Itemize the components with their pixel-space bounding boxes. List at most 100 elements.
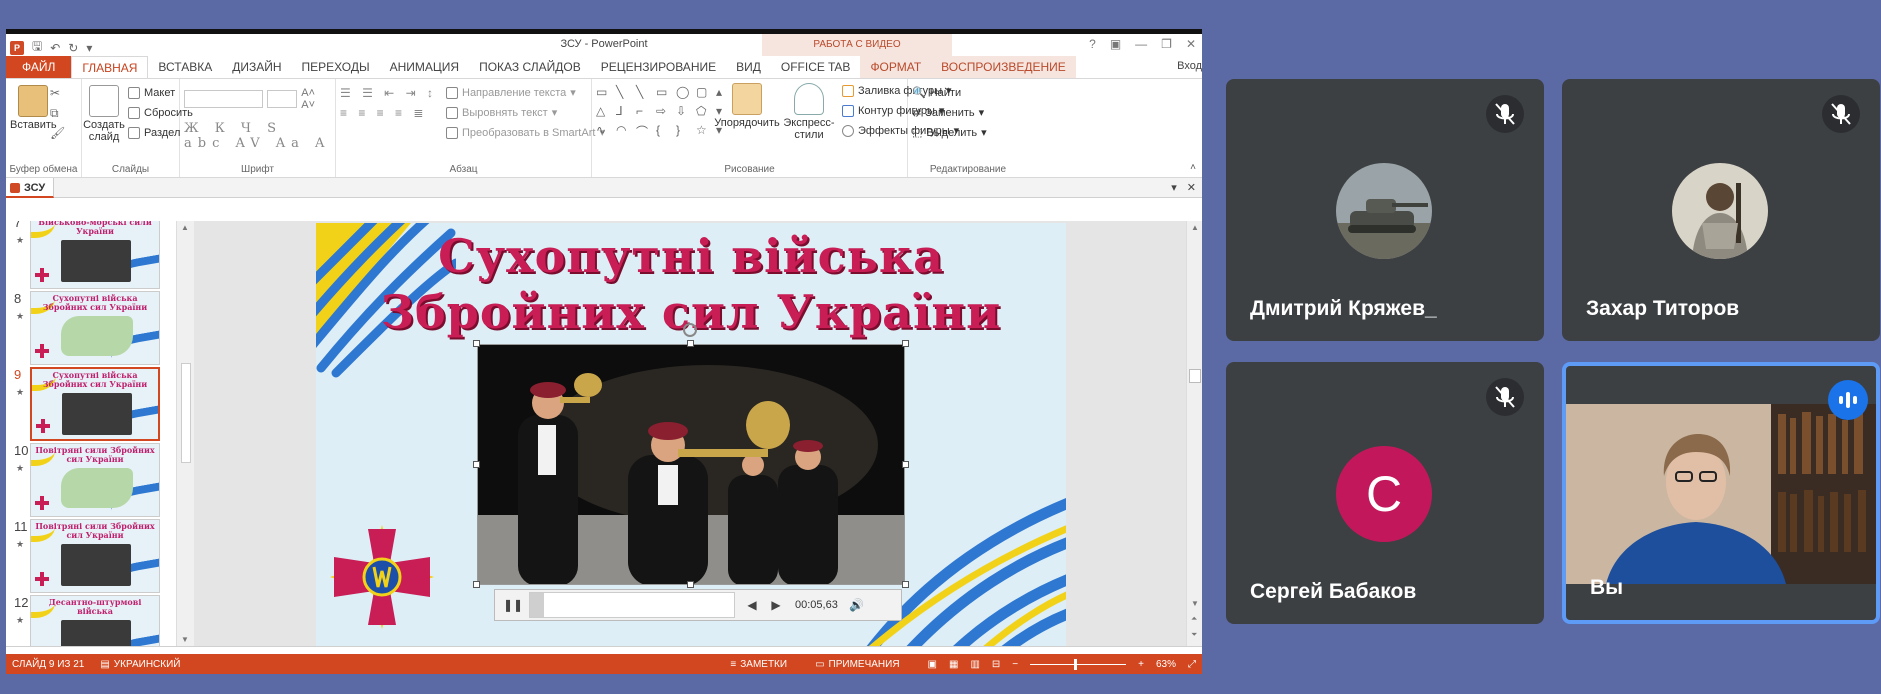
document-tab[interactable]: ЗСУ <box>6 177 55 198</box>
brace-right-shape-icon[interactable]: } <box>676 123 691 140</box>
line2-shape-icon[interactable]: ╲ <box>636 85 651 99</box>
rotate-handle-icon[interactable] <box>683 323 697 337</box>
quick-styles-button[interactable]: Экспресс-стили <box>782 83 836 141</box>
slide-thumbnail[interactable]: 10 ★ Повітряні сили Збройних сил України <box>6 443 171 519</box>
slide-scroll-down-icon[interactable]: ▼ <box>1191 599 1199 608</box>
replace-button[interactable]: ⇄ Заменить ▾ <box>912 103 1024 123</box>
maximize-icon[interactable]: ❐ <box>1161 37 1172 51</box>
slide-scroll-up-icon[interactable]: ▲ <box>1191 223 1199 232</box>
resize-handle-tr[interactable] <box>902 340 909 347</box>
participant-tile[interactable]: С Сергей Бабаков <box>1226 362 1544 624</box>
zoom-in-icon[interactable]: + <box>1138 659 1144 670</box>
current-slide[interactable]: Сухопутні війська Збройних сил України ❚… <box>316 223 1066 646</box>
align-text-button[interactable]: Выровнять текст ▾ <box>446 103 605 123</box>
resize-handle-ml[interactable] <box>473 461 480 468</box>
smartart-button[interactable]: Преобразовать в SmartArt ▾ <box>446 123 605 143</box>
down-arrow-shape-icon[interactable]: ⇩ <box>676 104 691 118</box>
rect-shape-icon[interactable]: ▭ <box>656 85 671 99</box>
line-shape-icon[interactable]: ╲ <box>616 85 631 99</box>
step-forward-icon[interactable]: ▶ <box>767 598 785 612</box>
copy-icon[interactable]: ⧉ <box>50 103 65 123</box>
pause-icon[interactable]: ❚❚ <box>503 598 523 612</box>
tab-8[interactable]: ВИД <box>726 56 771 78</box>
slide-thumbnail[interactable]: 11 ★ Повітряні сили Збройних сил України <box>6 519 171 595</box>
text-direction-button[interactable]: Направление текста ▾ <box>446 83 605 103</box>
thumbnails-scroll-thumb[interactable] <box>181 363 191 463</box>
oval-shape-icon[interactable]: ◯ <box>676 85 691 99</box>
tab-7[interactable]: РЕЦЕНЗИРОВАНИЕ <box>591 56 726 78</box>
resize-handle-br[interactable] <box>902 581 909 588</box>
tab-1[interactable]: ГЛАВНАЯ <box>71 56 149 78</box>
fit-slide-icon[interactable]: ⤢ <box>1188 659 1196 670</box>
minimize-icon[interactable]: — <box>1135 37 1147 51</box>
resize-handle-bc[interactable] <box>687 581 694 588</box>
resize-handle-tl[interactable] <box>473 340 480 347</box>
shapes-gallery[interactable]: ▭ ╲ ╲ ▭ ◯ ▢ ▴ △ ⅃ ⌐ ⇨ ⇩ ⬠ ▾ ∿ ◠ ⌒{} ☆ ▾ <box>596 81 731 140</box>
close-icon[interactable]: ✕ <box>1186 37 1196 51</box>
align-icons[interactable]: ≡ ≡ ≡ ≡ ≣ <box>340 103 437 123</box>
resize-handle-tc[interactable] <box>687 340 694 347</box>
slide-scrollbar[interactable]: ▲ ▼ ⏶ ⏷ <box>1186 221 1202 646</box>
arrow-shape-icon[interactable]: ⇨ <box>656 104 671 118</box>
next-slide-icon[interactable]: ⏷ <box>1191 630 1197 640</box>
notes-toggle[interactable]: ≡ ЗАМЕТКИ <box>730 659 787 670</box>
resize-handle-mr[interactable] <box>902 461 909 468</box>
participant-tile[interactable]: Дмитрий Кряжев_ <box>1226 79 1544 341</box>
roundrect-shape-icon[interactable]: ▢ <box>696 85 711 99</box>
collapse-ribbon-icon[interactable]: ˄ <box>1190 162 1196 173</box>
tab-11[interactable]: ВОСПРОИЗВЕДЕНИЕ <box>931 56 1076 78</box>
triangle-shape-icon[interactable]: △ <box>596 104 611 118</box>
font-name-box[interactable] <box>184 90 264 108</box>
tab-4[interactable]: ПЕРЕХОДЫ <box>292 56 380 78</box>
zoom-level[interactable]: 63% <box>1156 659 1176 670</box>
font-format-row[interactable]: Ж К Ч S abc AV Aa A <box>184 121 331 151</box>
previous-slide-icon[interactable]: ⏶ <box>1191 614 1197 624</box>
arrange-button[interactable]: Упорядочить <box>714 83 780 129</box>
close-document-icon[interactable]: ✕ <box>1187 181 1196 194</box>
pentagon-shape-icon[interactable]: ⬠ <box>696 104 711 118</box>
participant-tile[interactable]: Захар Титоров <box>1562 79 1880 341</box>
tab-5[interactable]: АНИМАЦИЯ <box>380 56 469 78</box>
language-indicator[interactable]: ▤ УКРАИНСКИЙ <box>100 659 180 670</box>
reading-view-icon[interactable]: ▥ <box>970 659 979 670</box>
zoom-slider-knob[interactable] <box>1074 658 1078 670</box>
tab-2[interactable]: ВСТАВКА <box>148 56 222 78</box>
curve-shape-icon[interactable]: ∿ <box>596 123 611 140</box>
zoom-slider[interactable] <box>1030 658 1127 670</box>
normal-view-icon[interactable]: ▣ <box>928 659 937 670</box>
textbox-shape-icon[interactable]: ▭ <box>596 85 611 99</box>
slide-thumbnail[interactable]: 9 ★ Сухопутні війська Збройних сил України <box>6 367 171 443</box>
tab-0[interactable]: ФАЙЛ <box>6 56 72 78</box>
wave-shape-icon[interactable]: ⌒ <box>636 123 651 140</box>
step-back-icon[interactable]: ◀ <box>743 598 761 612</box>
slide-scroll-thumb[interactable] <box>1189 369 1201 383</box>
font-grow-icon[interactable]: A˄ A˅ <box>301 87 331 111</box>
video-progress-track[interactable] <box>529 592 735 618</box>
connector-shape-icon[interactable]: ⌐ <box>636 104 651 118</box>
tab-9[interactable]: OFFICE TAB <box>771 56 861 78</box>
font-size-box[interactable] <box>267 90 298 108</box>
help-icon[interactable]: ? <box>1089 37 1096 51</box>
tab-3[interactable]: ДИЗАЙН <box>222 56 291 78</box>
star-shape-icon[interactable]: ☆ <box>696 123 711 140</box>
comments-toggle[interactable]: ▭ ПРИМЕЧАНИЯ <box>815 659 899 670</box>
tab-10[interactable]: ФОРМАТ <box>860 56 932 78</box>
slide-sorter-icon[interactable]: ▦ <box>949 659 958 670</box>
arc-shape-icon[interactable]: ◠ <box>616 123 631 140</box>
embedded-video[interactable] <box>477 344 905 585</box>
slide-thumbnail[interactable]: 7 ★ Військово-морські сили України <box>6 221 171 291</box>
select-button[interactable]: ⬚ Выделить ▾ <box>912 123 1024 143</box>
tab-6[interactable]: ПОКАЗ СЛАЙДОВ <box>469 56 591 78</box>
zoom-out-icon[interactable]: − <box>1012 659 1018 670</box>
ribbon-display-icon[interactable]: ▣ <box>1110 37 1121 51</box>
tab-list-icon[interactable]: ▾ <box>1171 181 1177 194</box>
elbow-shape-icon[interactable]: ⅃ <box>616 104 631 118</box>
cut-icon[interactable]: ✂ <box>50 83 65 103</box>
volume-icon[interactable]: 🔊 <box>848 598 866 612</box>
find-button[interactable]: 🔍 Найти <box>912 83 1024 103</box>
scroll-up-icon[interactable]: ▲ <box>181 223 189 232</box>
new-slide-button[interactable]: Создать слайд <box>83 85 125 143</box>
format-painter-icon[interactable]: 🖌 <box>50 123 65 143</box>
scroll-down-icon[interactable]: ▼ <box>181 635 189 644</box>
thumbnails-scrollbar[interactable]: ▲ ▼ <box>176 221 194 646</box>
